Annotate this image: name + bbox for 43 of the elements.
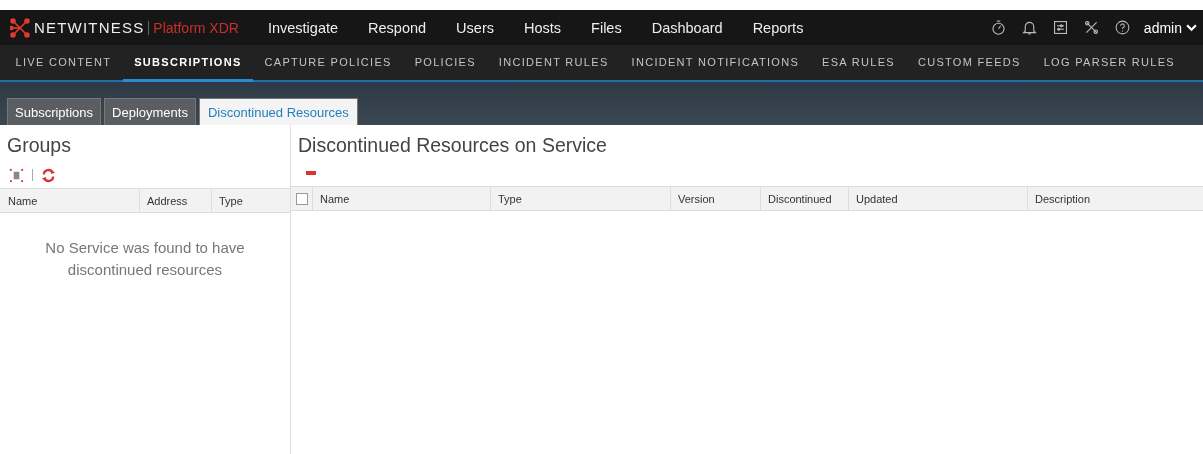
nav-link[interactable]: Reports xyxy=(737,19,819,36)
nav-link[interactable]: Files xyxy=(576,19,637,36)
empty-message: No Service was found to have discontinued resources xyxy=(44,238,246,280)
nav-link[interactable]: Investigate xyxy=(252,19,354,36)
column-header[interactable]: Type xyxy=(491,187,671,210)
tab[interactable]: Deployments xyxy=(104,98,196,125)
subnav-tab[interactable]: CAPTURE POLICIES xyxy=(253,45,404,82)
subnav-tab[interactable]: CUSTOM FEEDS xyxy=(906,45,1033,82)
refresh-icon[interactable] xyxy=(41,167,56,183)
logo-icon xyxy=(10,17,30,38)
user-menu[interactable]: admin xyxy=(1137,19,1197,36)
nav-link[interactable]: Dashboard xyxy=(636,19,738,36)
subnav-tab[interactable]: INCIDENT NOTIFICATIONS xyxy=(620,45,811,82)
help-icon[interactable] xyxy=(1113,19,1131,36)
panel-title: Groups xyxy=(6,133,72,158)
column-header[interactable]: Type xyxy=(212,189,282,212)
tab[interactable]: Subscriptions xyxy=(7,98,102,125)
nav-link[interactable]: Respond xyxy=(353,19,442,36)
tools-icon[interactable] xyxy=(1082,19,1100,36)
column-header[interactable]: Updated xyxy=(849,187,1028,210)
column-header[interactable]: Name xyxy=(0,189,140,212)
nav-link[interactable]: Users xyxy=(441,19,509,36)
bell-icon[interactable] xyxy=(1020,19,1038,36)
column-header[interactable]: Address xyxy=(140,189,212,212)
tab[interactable]: Discontinued Resources xyxy=(198,98,358,125)
delete-icon[interactable] xyxy=(9,167,24,183)
column-header[interactable]: Name xyxy=(313,187,491,210)
chevron-icon xyxy=(1186,23,1197,32)
brand-name: NETWITNESS xyxy=(34,19,145,36)
column-header[interactable]: Version xyxy=(671,187,761,210)
subnav-tab[interactable]: POLICIES xyxy=(403,45,488,82)
nav-link[interactable]: Hosts xyxy=(509,19,577,36)
subnav-tab[interactable]: ESA RULES xyxy=(810,45,907,82)
select-all-checkbox[interactable] xyxy=(296,192,308,205)
sliders-icon[interactable] xyxy=(1051,19,1069,36)
panel-title: Discontinued Resources on Service xyxy=(297,133,608,158)
subnav-tab[interactable]: INCIDENT RULES xyxy=(487,45,621,82)
column-header[interactable]: Description xyxy=(1028,187,1203,210)
subnav-tab[interactable]: LOG PARSER RULES xyxy=(1032,45,1187,82)
product-name: Platform XDR xyxy=(153,19,239,36)
stopwatch-icon[interactable] xyxy=(989,19,1007,36)
subnav-tab[interactable]: LIVE CONTENT xyxy=(4,45,123,82)
column-header[interactable]: Discontinued xyxy=(761,187,849,210)
